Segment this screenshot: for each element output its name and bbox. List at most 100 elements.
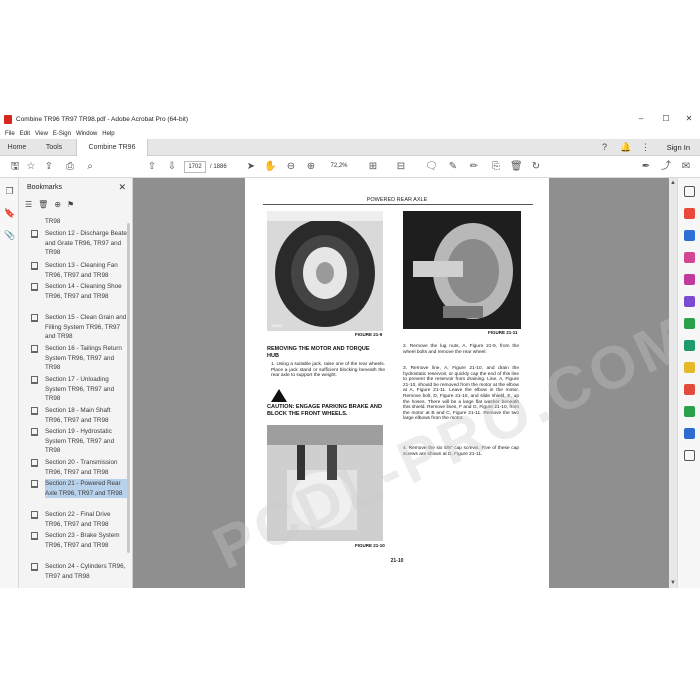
help-icon[interactable]: ?: [599, 142, 610, 153]
more-tools-icon[interactable]: [684, 450, 695, 461]
document-scrollbar[interactable]: ▲ ▼: [669, 178, 677, 588]
search-tool-icon[interactable]: [684, 186, 695, 197]
bookmark-item[interactable]: Section 15 - Clean Grain and Filling Sys…: [31, 313, 131, 343]
figure-21-11-photo: [403, 211, 521, 329]
menu-edit[interactable]: Edit: [20, 131, 30, 137]
scroll-up-icon[interactable]: ▲: [670, 180, 676, 186]
close-window-button[interactable]: ✕: [678, 110, 700, 128]
protect-icon[interactable]: [684, 428, 695, 439]
bookmark-item[interactable]: Section 17 - Unloading System TR96, TR97…: [31, 375, 131, 405]
step-4-text: 4. Remove the six 5/8" cap screws. Five …: [403, 446, 519, 457]
bookmark-item[interactable]: Section 13 - Cleaning Fan TR96, TR97 and…: [31, 261, 131, 281]
bookmark-item[interactable]: Section 12 - Discharge Beater and Grate …: [31, 229, 131, 259]
zoom-out-icon[interactable]: ⊖: [285, 161, 297, 173]
figure-21-11-caption: FIGURE 21-11: [488, 330, 518, 335]
bookmark-item[interactable]: Section 20 - Transmission TR96, TR97 and…: [31, 458, 131, 478]
scrollbar-thumb[interactable]: [127, 223, 130, 553]
delete-bookmark-icon[interactable]: 🗑: [38, 200, 48, 212]
caution-text: CAUTION: ENGAGE PARKING BRAKE AND BLOCK …: [267, 404, 382, 417]
sign-icon[interactable]: ✒: [640, 161, 652, 173]
organize-pages-icon[interactable]: [684, 296, 695, 307]
select-cursor-icon[interactable]: ➤: [245, 161, 257, 173]
scroll-mode-icon[interactable]: ⊟: [395, 161, 407, 173]
menu-help[interactable]: Help: [102, 131, 114, 137]
bookmarks-panel-icon[interactable]: 🔖: [4, 208, 15, 219]
scan-ocr-icon[interactable]: [684, 384, 695, 395]
bookmark-item[interactable]: Section 19 - Hydrostatic System TR96, TR…: [31, 427, 131, 457]
send-for-signature-icon[interactable]: [684, 340, 695, 351]
zoom-in-icon[interactable]: ⊕: [305, 161, 317, 173]
menu-file[interactable]: File: [5, 131, 15, 137]
bookmark-label: Section 24 - Cylinders TR96, TR97 and TR…: [45, 563, 126, 580]
tab-document[interactable]: Combine TR96 TR9...×: [76, 139, 148, 168]
page-thumbnails-icon[interactable]: ❐: [4, 186, 15, 197]
header-rule: [263, 204, 533, 205]
new-bookmark-icon[interactable]: ⊕: [54, 200, 61, 212]
tab-home[interactable]: Home: [0, 139, 34, 156]
print-icon[interactable]: ⎙: [64, 161, 76, 173]
minimize-button[interactable]: –: [630, 110, 652, 128]
bookmark-item[interactable]: Section 14 - Cleaning Shoe TR96, TR97 an…: [31, 282, 131, 312]
draw-icon[interactable]: ✏: [468, 161, 480, 173]
maximize-button[interactable]: ☐: [655, 110, 677, 128]
bookmark-label: Section 18 - Main Shaft TR96, TR97 and T…: [45, 407, 111, 424]
section-heading: REMOVING THE MOTOR AND TORQUE HUB: [267, 346, 370, 359]
tab-tools[interactable]: Tools: [34, 139, 74, 156]
rotate-icon[interactable]: ↻: [530, 161, 542, 173]
notifications-icon[interactable]: 🔔: [620, 142, 631, 153]
main-toolbar: 🖫 ☆ ⇪ ⎙ ⌕ ⇧ ⇩ 1702 / 1886 ➤ ✋ ⊖ ⊕ 72,2% …: [0, 156, 700, 178]
bookmark-label: Section 20 - Transmission TR96, TR97 and…: [45, 459, 118, 476]
fit-page-icon[interactable]: ⊞: [367, 161, 379, 173]
sign-in-button[interactable]: Sign In: [667, 139, 690, 156]
bookmark-label: TR98: [45, 218, 61, 225]
menu-window[interactable]: Window: [76, 131, 97, 137]
bookmark-label: Section 19 - Hydrostatic System TR96, TR…: [45, 428, 115, 454]
stamp-icon[interactable]: ⎘: [490, 161, 502, 173]
mail-icon[interactable]: ✉: [680, 161, 692, 173]
bookmark-icon: [31, 262, 38, 270]
bookmark-star-icon[interactable]: ☆: [25, 161, 37, 173]
attachments-icon[interactable]: 📎: [4, 230, 15, 241]
create-pdf-icon[interactable]: [684, 230, 695, 241]
combine-files-icon[interactable]: [684, 274, 695, 285]
zoom-level-dropdown[interactable]: 72,2%: [324, 161, 354, 173]
bookmark-item[interactable]: Section 18 - Main Shaft TR96, TR97 and T…: [31, 406, 131, 426]
bookmark-item[interactable]: Section 24 - Cylinders TR96, TR97 and TR…: [31, 562, 131, 582]
comment-tool-icon[interactable]: [684, 362, 695, 373]
scroll-down-icon[interactable]: ▼: [670, 580, 676, 586]
document-viewport[interactable]: POWERED REAR AXLE 79660 FIGURE 21-9 FIGU…: [133, 178, 700, 588]
share-icon[interactable]: ⤴: [660, 161, 672, 173]
save-icon[interactable]: 🖫: [9, 161, 21, 173]
upload-icon[interactable]: ⇪: [43, 161, 55, 173]
apps-grid-icon[interactable]: ⋮: [640, 142, 651, 153]
page-number-input[interactable]: 1702: [184, 161, 206, 173]
edit-pdf-icon[interactable]: [684, 252, 695, 263]
bookmark-item[interactable]: Section 23 - Brake System TR96, TR97 and…: [31, 531, 131, 561]
page-total: / 1886: [210, 164, 227, 170]
menu-esign[interactable]: E-Sign: [53, 131, 71, 137]
highlight-pen-icon[interactable]: ✎: [447, 161, 459, 173]
figure-21-10-photo: [267, 425, 383, 541]
fill-sign-icon[interactable]: [684, 318, 695, 329]
step-2-text: 2. Remove the lug nuts, A, Figure 21-9, …: [403, 344, 519, 355]
bookmark-item[interactable]: Section 22 - Final Drive TR96, TR97 and …: [31, 510, 131, 530]
bookmark-item[interactable]: Section 16 - Tailings Return System TR96…: [31, 344, 131, 374]
next-page-icon[interactable]: ⇩: [166, 161, 178, 173]
export-pdf-icon[interactable]: [684, 208, 695, 219]
options-menu-icon[interactable]: ☰: [25, 200, 32, 212]
bookmark-label: Section 12 - Discharge Beater and Grate …: [45, 230, 130, 256]
comment-icon[interactable]: 🗨: [425, 161, 438, 173]
close-panel-icon[interactable]: ✕: [118, 182, 126, 193]
previous-page-icon[interactable]: ⇧: [146, 161, 158, 173]
tag-bookmark-icon[interactable]: ⚑: [67, 200, 74, 212]
menu-view[interactable]: View: [35, 131, 48, 137]
bookmark-label: Section 22 - Final Drive TR96, TR97 and …: [45, 511, 111, 528]
share-tool-icon[interactable]: [684, 406, 695, 417]
delete-icon[interactable]: 🗑: [510, 161, 523, 173]
bookmarks-scrollbar[interactable]: [127, 218, 131, 588]
search-icon[interactable]: ⌕: [84, 161, 96, 173]
bookmark-label: Section 16 - Tailings Return System TR96…: [45, 345, 122, 371]
photo-label: 79660: [271, 323, 283, 328]
hand-tool-icon[interactable]: ✋: [264, 161, 276, 173]
bookmark-item-selected[interactable]: Section 21 - Powered Rear Axle TR96, TR9…: [31, 479, 131, 509]
